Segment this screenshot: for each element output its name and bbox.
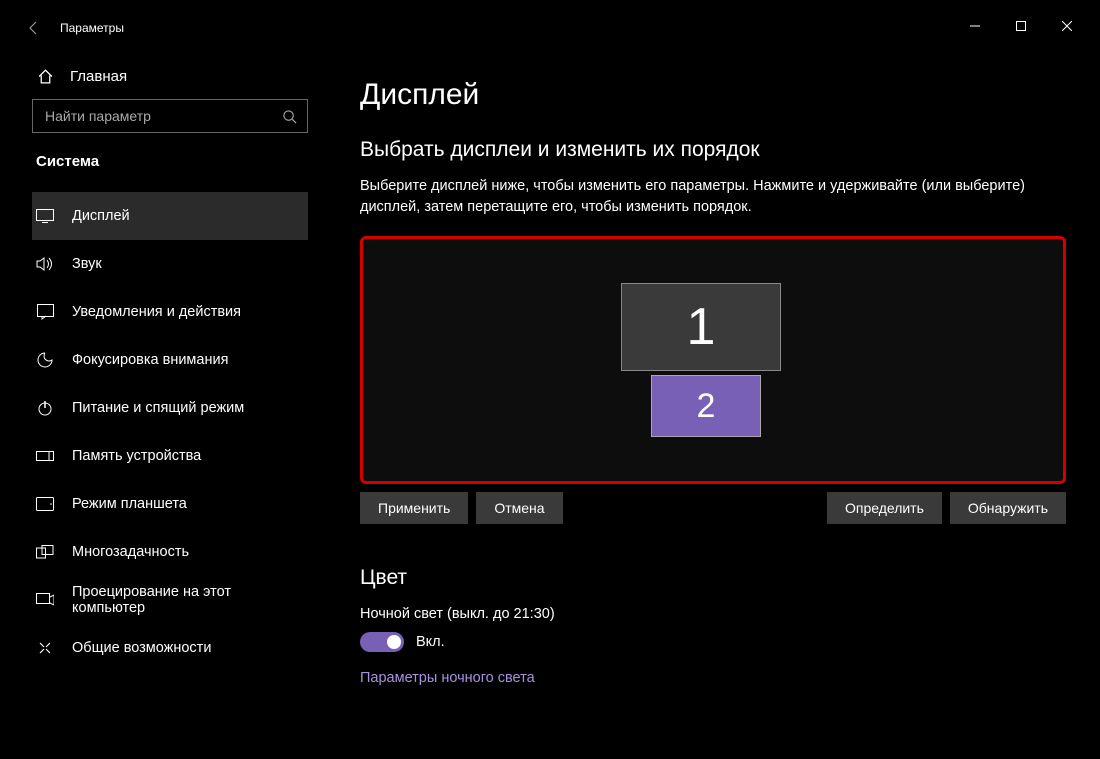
identify-button[interactable]: Определить	[827, 492, 942, 524]
color-title: Цвет	[360, 566, 1066, 590]
night-light-settings-link[interactable]: Параметры ночного света	[360, 670, 1066, 686]
sidebar-item-storage[interactable]: Память устройства	[32, 432, 308, 480]
sidebar-item-sound[interactable]: Звук	[32, 240, 308, 288]
sound-icon	[36, 256, 54, 272]
settings-window: Параметры Главная	[10, 10, 1090, 749]
sidebar-item-label: Общие возможности	[72, 640, 211, 656]
monitor-number: 2	[697, 387, 716, 426]
arrange-title: Выбрать дисплеи и изменить их порядок	[360, 138, 1066, 162]
sidebar-item-label: Фокусировка внимания	[72, 352, 228, 368]
monitor-1[interactable]: 1	[621, 283, 781, 371]
toggle-state-label: Вкл.	[416, 634, 445, 650]
apply-button[interactable]: Применить	[360, 492, 468, 524]
section-label: Система	[32, 153, 308, 170]
sidebar-item-power[interactable]: Питание и спящий режим	[32, 384, 308, 432]
back-button[interactable]	[14, 10, 54, 46]
display-arrangement-area[interactable]: 1 2	[360, 236, 1066, 484]
sidebar-item-label: Уведомления и действия	[72, 304, 241, 320]
notifications-icon	[36, 304, 54, 320]
monitor-number: 1	[687, 297, 716, 357]
sidebar: Главная Система Дисплей Звук	[10, 46, 330, 749]
window-controls	[952, 10, 1090, 42]
color-section: Цвет Ночной свет (выкл. до 21:30) Вкл. П…	[360, 566, 1066, 686]
page-title: Дисплей	[360, 78, 1066, 112]
sidebar-item-label: Питание и спящий режим	[72, 400, 244, 416]
titlebar: Параметры	[10, 10, 1090, 46]
sidebar-item-project[interactable]: Проецирование на этот компьютер	[32, 576, 308, 624]
sidebar-item-multitask[interactable]: Многозадачность	[32, 528, 308, 576]
night-light-label: Ночной свет (выкл. до 21:30)	[360, 606, 1066, 622]
sidebar-item-label: Многозадачность	[72, 544, 189, 560]
sidebar-item-label: Звук	[72, 256, 102, 272]
home-button[interactable]: Главная	[32, 60, 308, 99]
home-label: Главная	[70, 68, 127, 85]
search-icon	[282, 109, 297, 124]
sidebar-item-display[interactable]: Дисплей	[32, 192, 308, 240]
monitor-2[interactable]: 2	[651, 375, 761, 437]
shared-icon	[36, 640, 54, 656]
minimize-button[interactable]	[952, 10, 998, 42]
sidebar-item-shared[interactable]: Общие возможности	[32, 624, 308, 672]
close-button[interactable]	[1044, 10, 1090, 42]
focus-icon	[36, 352, 54, 368]
sidebar-item-label: Память устройства	[72, 448, 201, 464]
storage-icon	[36, 451, 54, 461]
multitask-icon	[36, 545, 54, 559]
sidebar-item-label: Режим планшета	[72, 496, 187, 512]
display-icon	[36, 209, 54, 223]
sidebar-item-focus[interactable]: Фокусировка внимания	[32, 336, 308, 384]
project-icon	[36, 593, 54, 607]
tablet-icon	[36, 497, 54, 511]
power-icon	[36, 400, 54, 416]
window-title: Параметры	[60, 21, 124, 35]
content-area: Дисплей Выбрать дисплеи и изменить их по…	[330, 46, 1090, 749]
sidebar-item-notifications[interactable]: Уведомления и действия	[32, 288, 308, 336]
toggle-switch[interactable]	[360, 632, 404, 652]
nav-list: Дисплей Звук Уведомления и действия Фоку…	[32, 192, 308, 672]
maximize-button[interactable]	[998, 10, 1044, 42]
search-input[interactable]	[45, 108, 282, 124]
home-icon	[36, 68, 54, 85]
cancel-button[interactable]: Отмена	[476, 492, 562, 524]
toggle-knob	[387, 635, 401, 649]
arrange-buttons: Применить Отмена Определить Обнаружить	[360, 492, 1066, 524]
search-box[interactable]	[32, 99, 308, 133]
sidebar-item-label: Дисплей	[72, 208, 130, 224]
detect-button[interactable]: Обнаружить	[950, 492, 1066, 524]
night-light-toggle[interactable]: Вкл.	[360, 632, 1066, 652]
sidebar-item-tablet[interactable]: Режим планшета	[32, 480, 308, 528]
arrange-description: Выберите дисплей ниже, чтобы изменить ег…	[360, 176, 1040, 218]
sidebar-item-label: Проецирование на этот компьютер	[72, 584, 308, 616]
